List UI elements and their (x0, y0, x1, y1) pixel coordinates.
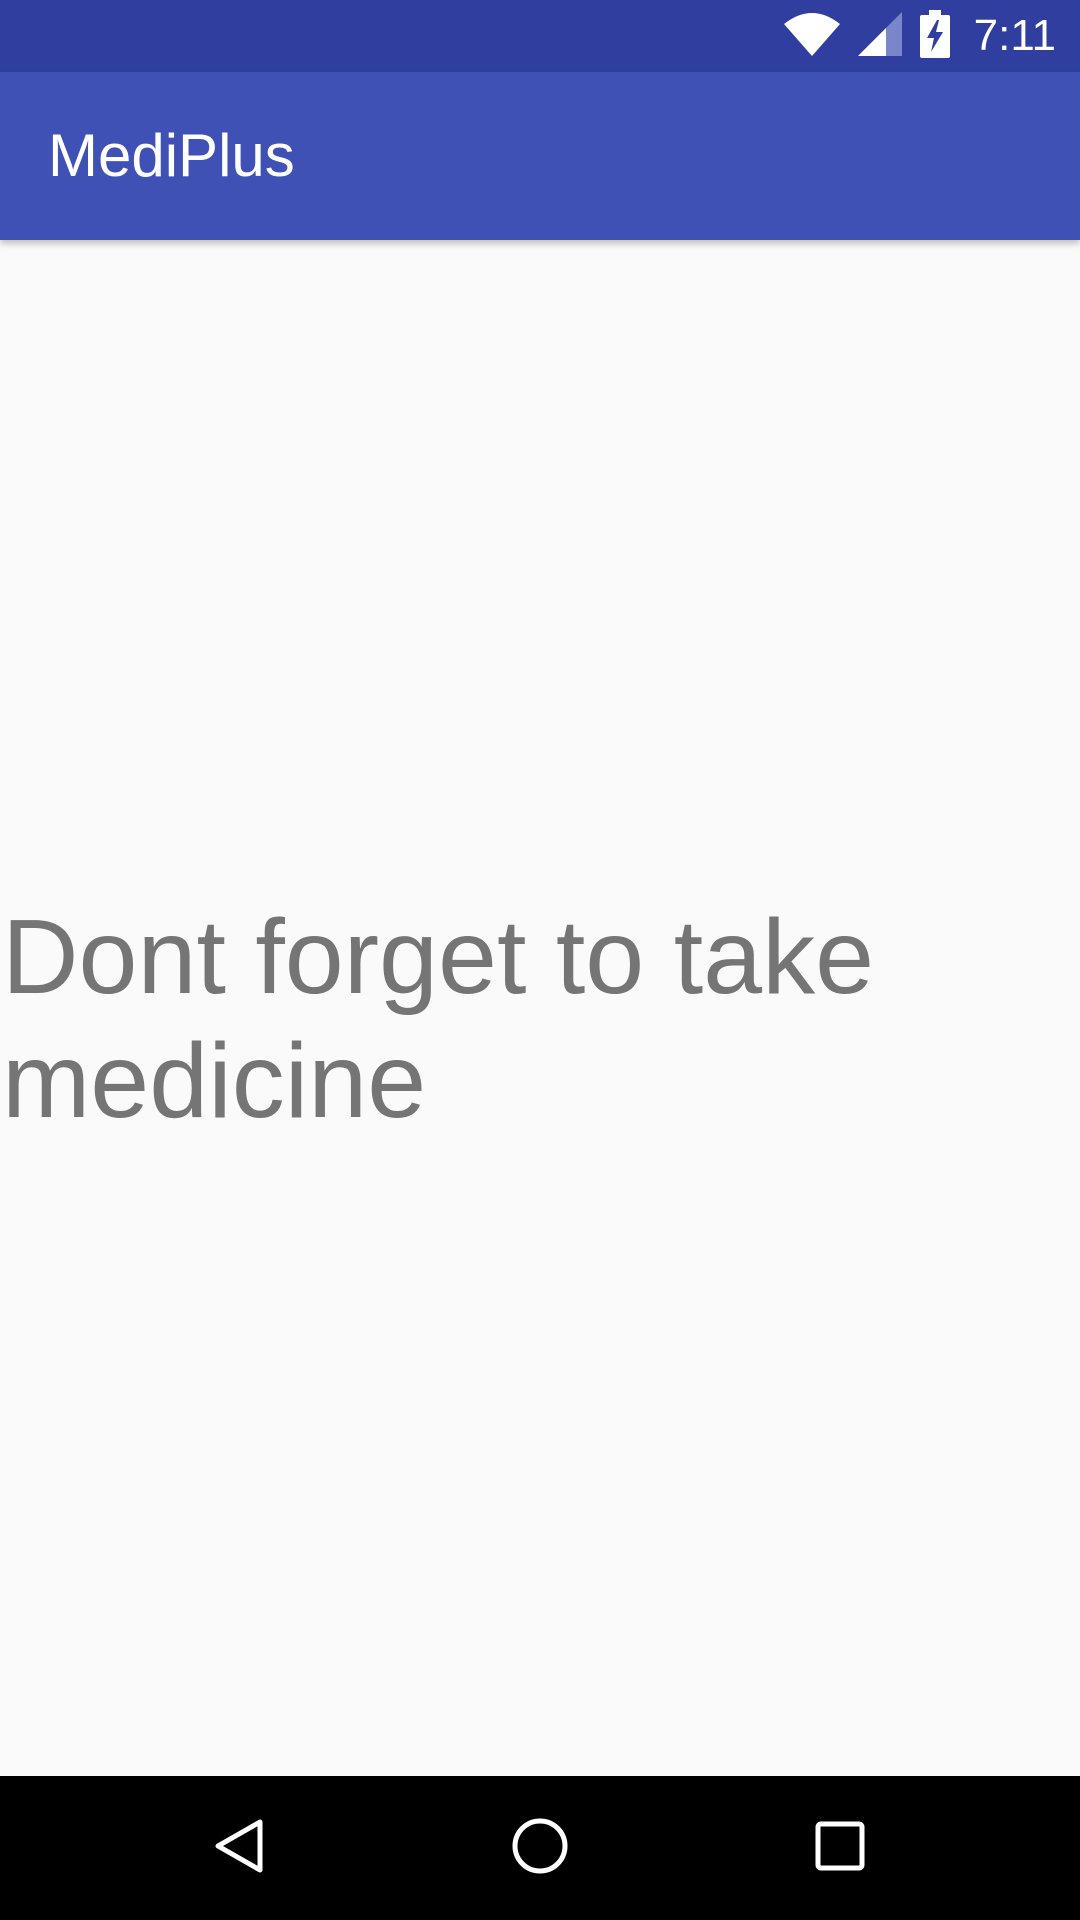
status-icons: 7:11 (783, 0, 1056, 72)
wifi-icon (783, 12, 840, 61)
recents-button[interactable] (768, 1776, 912, 1920)
app-title: MediPlus (48, 122, 295, 189)
battery-charging-icon (919, 9, 950, 63)
status-bar: 7:11 (0, 0, 1080, 72)
home-icon (510, 1816, 570, 1881)
reminder-message: Dont forget to take medicine (2, 898, 875, 1140)
main-content: Dont forget to take medicine (0, 240, 1080, 1776)
app-bar: MediPlus (0, 72, 1080, 240)
back-button[interactable] (168, 1776, 312, 1920)
cellular-signal-icon (857, 11, 902, 61)
status-time: 7:11 (973, 11, 1056, 60)
navigation-bar (0, 1776, 1080, 1920)
home-button[interactable] (468, 1776, 612, 1920)
back-icon (210, 1816, 270, 1881)
recents-icon (814, 1820, 866, 1877)
